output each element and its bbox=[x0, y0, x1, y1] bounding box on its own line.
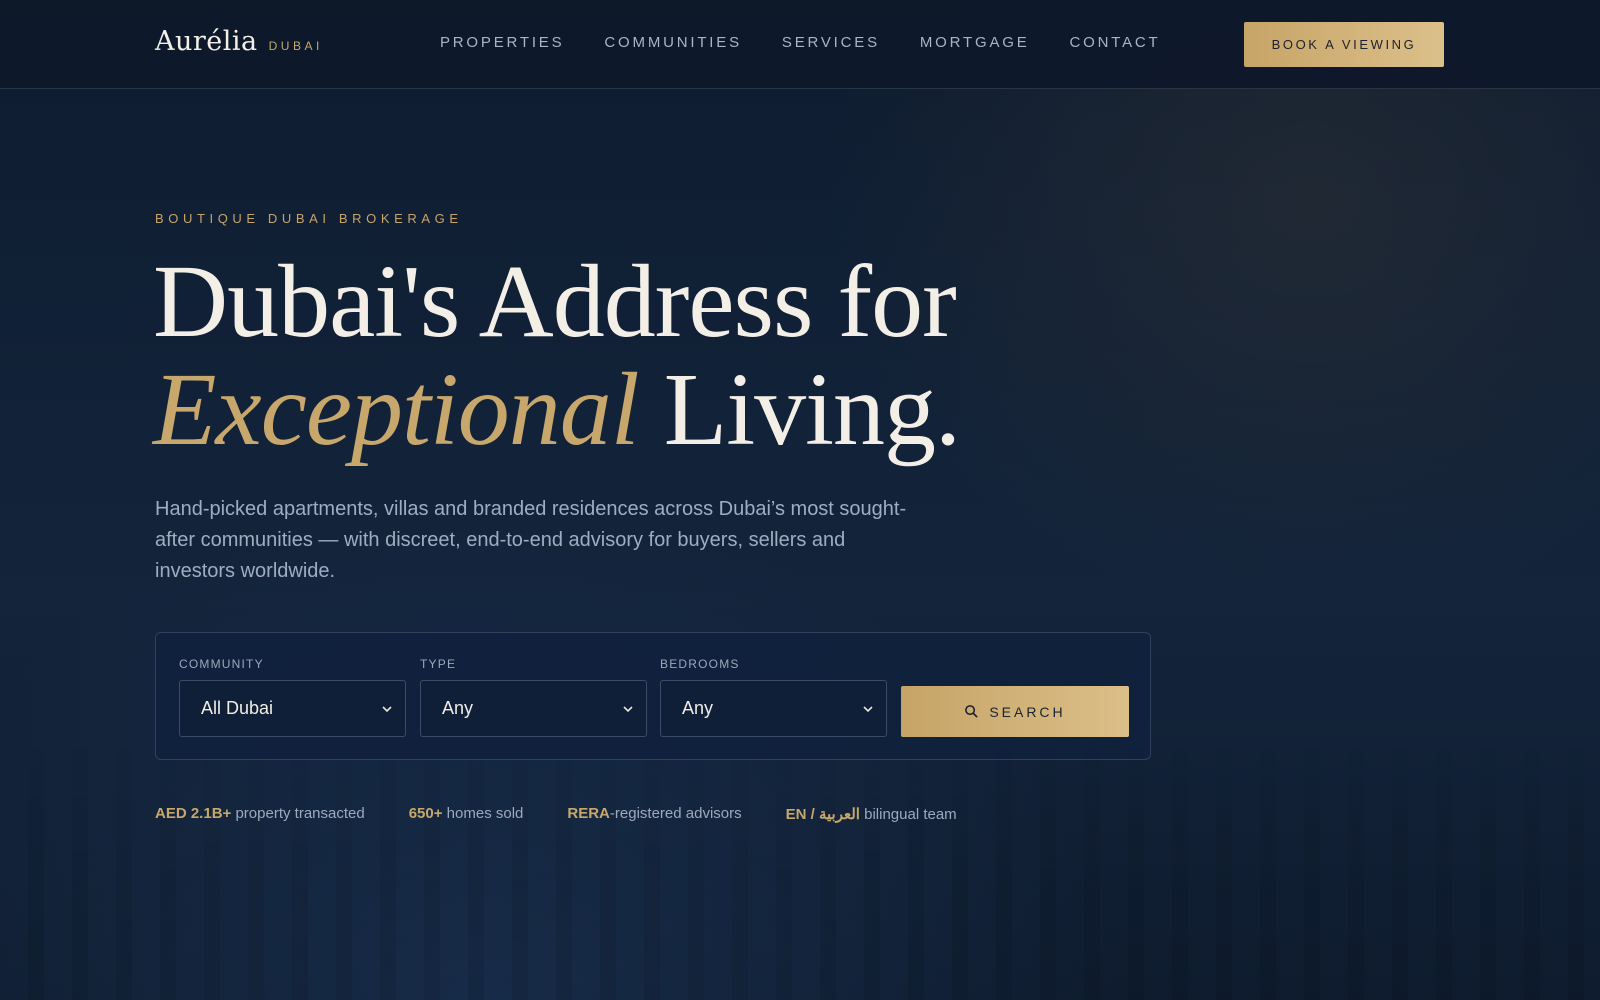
brand-logo[interactable]: Aurélia DUBAI bbox=[155, 26, 323, 57]
property-search-panel: COMMUNITY All Dubai TYPE Any BEDROOMS An… bbox=[155, 632, 1151, 760]
type-select[interactable]: Any bbox=[420, 680, 647, 737]
community-label: COMMUNITY bbox=[179, 657, 264, 671]
type-field: TYPE Any bbox=[420, 657, 647, 737]
nav-mortgage[interactable]: MORTGAGE bbox=[920, 34, 1030, 51]
nav-properties[interactable]: PROPERTIES bbox=[440, 34, 564, 51]
site-header: Aurélia DUBAI PROPERTIES COMMUNITIES SER… bbox=[0, 0, 1600, 89]
bedrooms-field: BEDROOMS Any bbox=[660, 657, 887, 737]
community-value: All Dubai bbox=[201, 698, 274, 718]
type-label: TYPE bbox=[420, 657, 457, 671]
stat-label: property transacted bbox=[231, 805, 365, 822]
bedrooms-select[interactable]: Any bbox=[660, 680, 887, 737]
trust-stats: AED 2.1B+ property transacted 650+ homes… bbox=[155, 805, 957, 823]
nav-communities[interactable]: COMMUNITIES bbox=[604, 34, 741, 51]
book-viewing-button[interactable]: BOOK A VIEWING bbox=[1244, 22, 1444, 67]
stat-value: RERA bbox=[567, 805, 610, 822]
chevron-down-icon bbox=[863, 705, 873, 712]
stat-value: AED 2.1B+ bbox=[155, 805, 232, 822]
headline-line-1: Dubai's Address for bbox=[153, 244, 957, 359]
search-button[interactable]: SEARCH bbox=[901, 686, 1129, 737]
chevron-down-icon bbox=[382, 705, 392, 712]
stat-label: homes sold bbox=[442, 805, 524, 822]
nav-services[interactable]: SERVICES bbox=[782, 34, 880, 51]
type-value: Any bbox=[442, 698, 474, 718]
stat-label: -registered advisors bbox=[609, 805, 742, 822]
logo-location: DUBAI bbox=[268, 39, 323, 53]
search-icon bbox=[965, 705, 979, 718]
logo-wordmark: Aurélia bbox=[155, 26, 258, 57]
stat-homes-sold: 650+ homes sold bbox=[409, 805, 524, 823]
main-nav: PROPERTIES COMMUNITIES SERVICES MORTGAGE… bbox=[440, 34, 1161, 51]
hero-eyebrow: BOUTIQUE DUBAI BROKERAGE bbox=[155, 211, 463, 226]
hero-headline: Dubai's Address for Exceptional Living. bbox=[153, 248, 961, 467]
stat-value: EN / العربية bbox=[785, 806, 860, 823]
headline-line-2: Living. bbox=[638, 352, 961, 467]
hero-lead: Hand-picked apartments, villas and brand… bbox=[155, 498, 907, 582]
skyline-texture bbox=[0, 740, 1600, 1000]
search-button-label: SEARCH bbox=[989, 703, 1066, 720]
bedrooms-value: Any bbox=[682, 698, 714, 718]
chevron-down-icon bbox=[623, 705, 633, 712]
headline-accent: Exceptional bbox=[153, 352, 640, 467]
stat-rera: RERA-registered advisors bbox=[567, 805, 741, 823]
community-field: COMMUNITY All Dubai bbox=[179, 657, 406, 737]
stat-transacted: AED 2.1B+ property transacted bbox=[155, 805, 365, 823]
community-select[interactable]: All Dubai bbox=[179, 680, 406, 737]
stat-value: 650+ bbox=[408, 805, 443, 822]
nav-contact[interactable]: CONTACT bbox=[1070, 34, 1161, 51]
bedrooms-label: BEDROOMS bbox=[660, 657, 740, 671]
stat-bilingual: EN / العربية bilingual team bbox=[786, 805, 957, 823]
stat-label: bilingual team bbox=[859, 806, 957, 823]
